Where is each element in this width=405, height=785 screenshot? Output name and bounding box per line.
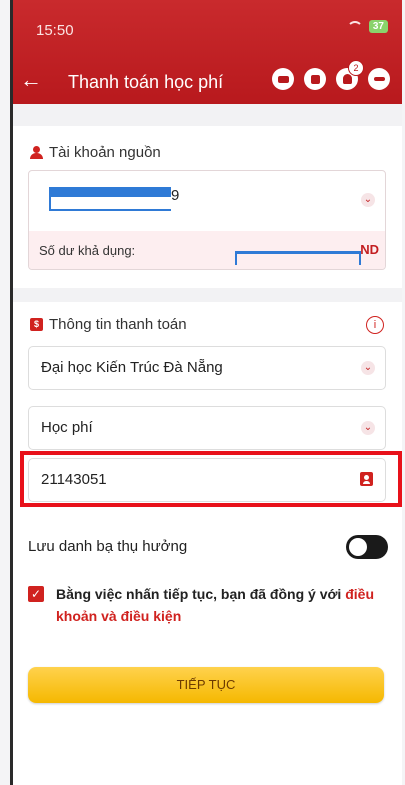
app-header: 15:50 37 ← Thanh toán học phí 2 (10, 0, 402, 104)
terms-prefix: Bằng việc nhấn tiếp tục, bạn đã đồng ý v… (56, 586, 346, 602)
user-icon (30, 146, 43, 159)
continue-button[interactable]: TIẾP TỤC (28, 667, 384, 703)
status-time: 15:50 (36, 22, 74, 39)
app-screen: 15:50 37 ← Thanh toán học phí 2 Tài khoả… (10, 0, 402, 785)
notification-badge: 2 (348, 60, 364, 76)
terms-checkbox[interactable]: ✓ (28, 586, 44, 602)
status-icons: 37 (346, 20, 388, 33)
chevron-down-icon[interactable]: ⌄ (361, 193, 375, 207)
account-number-row[interactable]: 9 ⌄ (29, 171, 385, 231)
source-account-heading: Tài khoản nguồn (30, 144, 161, 161)
account-selector[interactable]: 9 ⌄ Số dư khả dụng: ND (28, 170, 386, 270)
school-select[interactable]: Đại học Kiến Trúc Đà Nẵng ⌄ (28, 346, 386, 390)
payment-info-heading: $ Thông tin thanh toán (30, 316, 187, 333)
fee-type-value: Học phí (41, 419, 93, 436)
chevron-down-icon[interactable]: ⌄ (361, 361, 375, 375)
balance-currency: ND (360, 242, 379, 257)
balance-label: Số dư khả dụng: (39, 243, 136, 258)
receipt-icon: $ (30, 318, 43, 331)
back-arrow-icon[interactable]: ← (20, 69, 42, 91)
payment-info-section: $ Thông tin thanh toán i Đại học Kiến Tr… (10, 302, 402, 785)
source-account-label: Tài khoản nguồn (49, 144, 161, 161)
payment-info-label: Thông tin thanh toán (49, 316, 187, 333)
terms-text: Bằng việc nhấn tiếp tục, bạn đã đồng ý v… (56, 583, 386, 627)
balance-row: Số dư khả dụng: ND (29, 231, 385, 269)
header-actions: 2 (272, 60, 390, 90)
page-title: Thanh toán học phí (68, 72, 224, 92)
bell-icon[interactable]: 2 (336, 60, 364, 90)
screen-edge (10, 0, 13, 785)
account-number-suffix: 9 (171, 187, 180, 204)
qr-code-icon[interactable] (304, 68, 326, 90)
home-icon[interactable] (368, 68, 390, 90)
customer-support-icon[interactable] (272, 68, 294, 90)
wifi-icon (346, 20, 363, 33)
source-account-section: Tài khoản nguồn 9 ⌄ Số dư khả dụng: ND (10, 126, 402, 288)
redacted-balance (235, 251, 361, 254)
fee-type-select[interactable]: Học phí ⌄ (28, 406, 386, 450)
info-icon[interactable]: i (366, 316, 384, 334)
school-value: Đại học Kiến Trúc Đà Nẵng (41, 359, 223, 376)
save-beneficiary-label: Lưu danh bạ thụ hưởng (28, 538, 188, 555)
highlight-box (20, 451, 402, 507)
redaction-mark (235, 251, 237, 265)
battery-icon: 37 (368, 20, 388, 33)
chevron-down-icon[interactable]: ⌄ (361, 421, 375, 435)
redacted-account-number (49, 187, 171, 197)
save-beneficiary-toggle[interactable] (346, 535, 388, 559)
redaction-mark (49, 209, 171, 211)
